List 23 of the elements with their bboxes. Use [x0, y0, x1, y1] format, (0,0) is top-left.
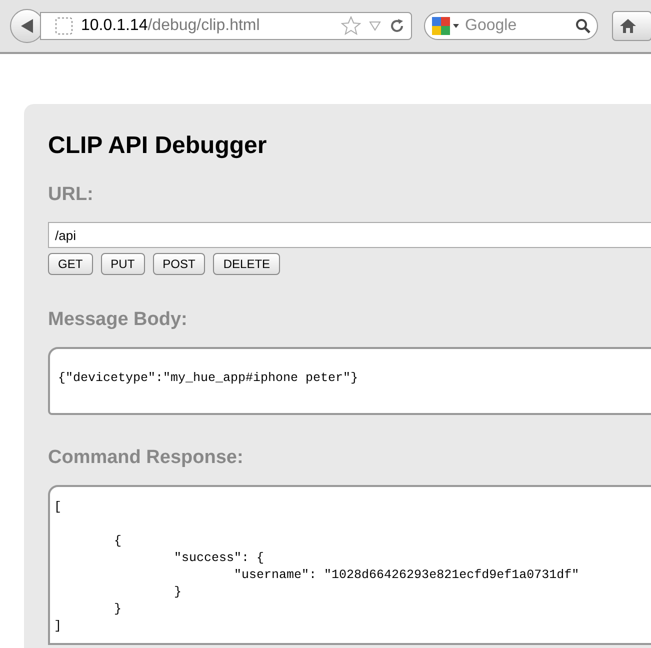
method-button[interactable]: GET	[48, 253, 93, 275]
search-icon[interactable]	[575, 18, 591, 34]
url-text: 10.0.1.14/debug/clip.html	[81, 16, 260, 36]
page-title: CLIP API Debugger	[48, 131, 268, 161]
reload-icon[interactable]	[389, 18, 405, 34]
search-placeholder: Google	[465, 16, 517, 36]
method-button[interactable]: PUT	[100, 253, 145, 275]
method-button[interactable]: DELETE	[213, 253, 280, 275]
url-label: URL:	[48, 183, 94, 207]
back-arrow-icon	[20, 18, 34, 34]
search-engine-icon	[431, 16, 461, 36]
search-field[interactable]: Google	[424, 12, 598, 40]
message-body-label: Message Body:	[48, 308, 188, 332]
star-icon[interactable]	[341, 16, 361, 36]
home-icon	[619, 18, 637, 34]
command-response-label: Command Response:	[48, 446, 244, 470]
command-response-field: [ { "success": { "username": "1028d66426293e821ecfd9ef1a0731df" } } ]	[48, 485, 651, 645]
message-body-field[interactable]: {"devicetype":"my_hue_app#iphone peter"}	[48, 347, 651, 415]
url-input[interactable]: /api	[48, 222, 651, 248]
method-button[interactable]: POST	[152, 253, 206, 275]
page-icon	[55, 17, 73, 35]
home-button[interactable]	[612, 11, 651, 41]
address-bar[interactable]: 10.0.1.14/debug/clip.html	[40, 12, 412, 40]
